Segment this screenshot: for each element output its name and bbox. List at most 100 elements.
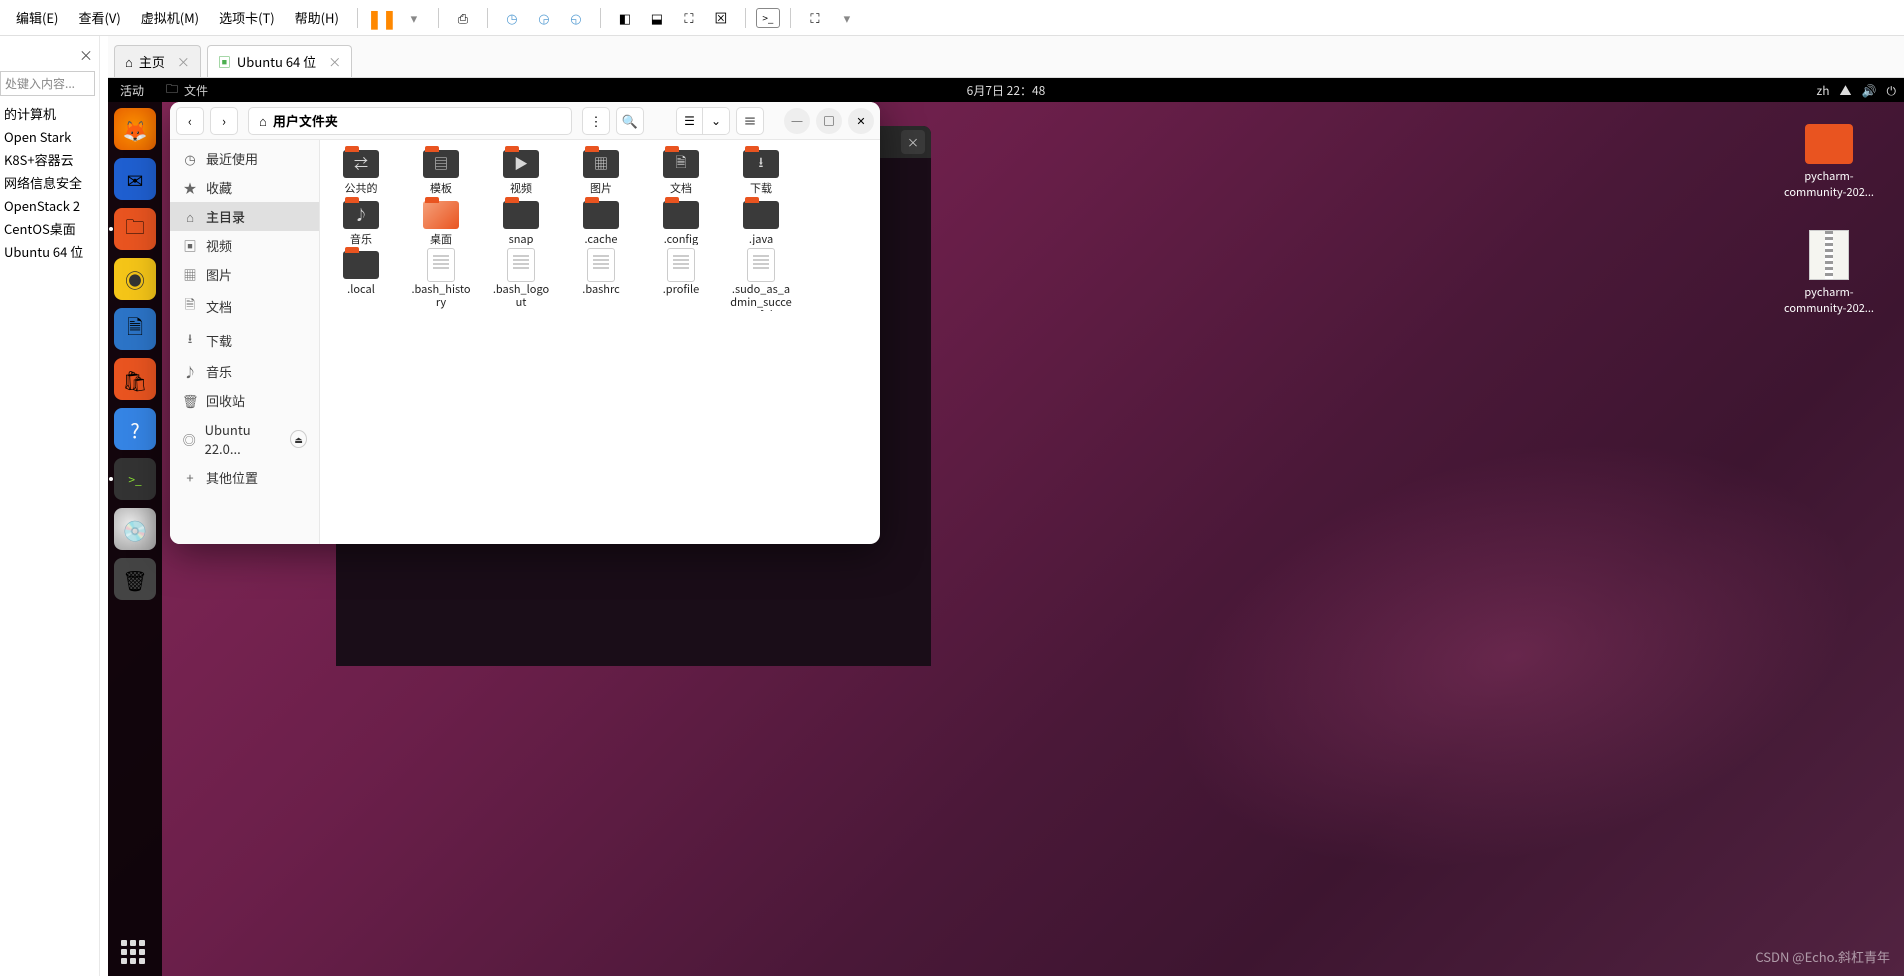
file-item[interactable]: .bashrc — [570, 249, 632, 311]
dock-rhythmbox[interactable]: ◉ — [114, 258, 156, 300]
dock-firefox[interactable]: 🦊 — [114, 108, 156, 150]
vm-item[interactable]: Ubuntu 64 位 — [0, 240, 99, 263]
file-item[interactable]: .bash_logout — [490, 249, 552, 311]
desktop-folder[interactable]: pycharm-community-202... — [1784, 124, 1874, 200]
path-bar[interactable]: ⌂ 用户文件夹 — [248, 107, 572, 135]
volume-icon[interactable]: 🔊 — [1862, 82, 1877, 99]
file-item[interactable]: ⇄公共的 — [330, 148, 392, 195]
activities-button[interactable]: 活动 — [108, 82, 156, 99]
vm-item[interactable]: 的计算机 — [0, 102, 99, 125]
file-item[interactable]: 桌面 — [410, 199, 472, 246]
file-item[interactable]: ▤模板 — [410, 148, 472, 195]
vm-item[interactable]: CentOS桌面 — [0, 217, 99, 240]
view-stretch-icon[interactable]: ⊠ — [707, 4, 735, 32]
sidebar-item-icon: ⌂ — [182, 207, 198, 226]
file-item[interactable]: 🗎文档 — [650, 148, 712, 195]
menu-tabs[interactable]: 选项卡(T) — [211, 4, 283, 31]
file-item[interactable]: ♪音乐 — [330, 199, 392, 246]
power-icon[interactable]: ⏻ — [1887, 82, 1897, 99]
sidebar-item[interactable]: ⌂主目录 — [170, 202, 319, 231]
sidebar-item[interactable]: ♪音乐 — [170, 357, 319, 386]
sidebar-item[interactable]: ⭳下载 — [170, 323, 319, 357]
file-item[interactable]: ▶视频 — [490, 148, 552, 195]
dock-help[interactable]: ? — [114, 408, 156, 450]
file-item[interactable]: .local — [330, 249, 392, 311]
sidebar-item[interactable]: ▦图片 — [170, 260, 319, 289]
file-item[interactable]: .profile — [650, 249, 712, 311]
close-icon[interactable]: × — [177, 52, 190, 71]
file-item[interactable]: .sudo_as_admin_successful — [730, 249, 792, 311]
hamburger-menu-button[interactable]: ≡ — [736, 107, 764, 135]
sidebar-item[interactable]: 🗑回收站 — [170, 386, 319, 415]
vm-item[interactable]: 网络信息安全 — [0, 171, 99, 194]
sidebar-search-input[interactable]: 处键入内容... — [0, 71, 95, 96]
view-dropdown[interactable]: ⌄ — [703, 108, 729, 134]
vm-tab-home[interactable]: ⌂ 主页 × — [114, 45, 201, 77]
file-item[interactable]: ▦ 图片 — [570, 148, 632, 195]
dock-thunderbird[interactable]: ✉ — [114, 158, 156, 200]
sidebar-item[interactable]: ◎Ubuntu 22.0...⏏ — [170, 415, 319, 463]
pause-icon[interactable]: ❚❚ — [368, 4, 396, 32]
dock-libreoffice[interactable]: 🗎 — [114, 308, 156, 350]
close-icon[interactable]: × — [328, 52, 341, 71]
file-label: 文档 — [670, 182, 692, 195]
view-bottom-icon[interactable]: ⬓ — [643, 4, 671, 32]
menu-help[interactable]: 帮助(H) — [287, 4, 347, 31]
sidebar-item[interactable]: 🗎文档 — [170, 289, 319, 323]
search-button[interactable]: 🔍 — [616, 107, 644, 135]
vm-item[interactable]: OpenStack 2 — [0, 194, 99, 217]
clock[interactable]: 6月7日 22：48 — [967, 82, 1046, 99]
language-indicator[interactable]: zh — [1817, 82, 1830, 99]
folder-icon: ▦ — [583, 150, 619, 178]
menu-view[interactable]: 查看(V) — [70, 4, 128, 31]
sidebar-item[interactable]: ◷最近使用 — [170, 144, 319, 173]
snapshot-manager-icon[interactable]: ◵ — [562, 4, 590, 32]
dock-trash[interactable]: 🗑 — [114, 558, 156, 600]
send-ctrl-alt-del-icon[interactable]: ⎙ — [449, 4, 477, 32]
close-icon[interactable]: × — [901, 130, 925, 154]
sidebar-item[interactable]: ▣视频 — [170, 231, 319, 260]
file-item[interactable]: .cache — [570, 199, 632, 246]
file-item[interactable]: ⭳下载 — [730, 148, 792, 195]
dock-apps-grid[interactable] — [121, 940, 145, 964]
folder-icon: ▤ — [423, 150, 459, 178]
file-item[interactable]: .bash_history — [410, 249, 472, 311]
vm-tab-ubuntu[interactable]: ▣ Ubuntu 64 位 × — [207, 45, 352, 77]
file-label: 图片 — [590, 182, 612, 195]
terminal-icon[interactable]: >_ — [756, 8, 780, 28]
eject-icon[interactable]: ⏏ — [290, 430, 307, 448]
snapshot-revert-icon[interactable]: ◶ — [530, 4, 558, 32]
menu-button[interactable]: ⋮ — [582, 107, 610, 135]
close-button[interactable]: ✕ — [848, 108, 874, 134]
fullscreen-icon[interactable]: ⛶ — [801, 4, 829, 32]
view-sidebar-icon[interactable]: ◧ — [611, 4, 639, 32]
folder-icon — [1805, 124, 1853, 164]
menu-vm[interactable]: 虚拟机(M) — [133, 4, 207, 31]
dock-disk[interactable]: 💿 — [114, 508, 156, 550]
snapshot-icon[interactable]: ◷ — [498, 4, 526, 32]
dropdown-icon[interactable]: ▾ — [833, 4, 861, 32]
dropdown-icon[interactable]: ▾ — [400, 4, 428, 32]
dock-terminal[interactable]: >_ — [114, 458, 156, 500]
sidebar-item[interactable]: +其他位置 — [170, 463, 319, 492]
desktop-archive[interactable]: pycharm-community-202... — [1784, 230, 1874, 316]
current-app-menu[interactable]: 🗀 文件 — [156, 80, 218, 101]
network-icon[interactable]: ▲ — [1840, 82, 1852, 99]
close-icon[interactable]: × — [79, 46, 93, 66]
dock-files[interactable]: 🗀 — [114, 208, 156, 250]
maximize-button[interactable]: □ — [816, 108, 842, 134]
menu-edit[interactable]: 编辑(E) — [8, 4, 66, 31]
dock-software[interactable]: 🛍 — [114, 358, 156, 400]
sidebar-item-label: 视频 — [206, 236, 232, 255]
nav-forward-button[interactable]: › — [210, 107, 238, 135]
minimize-button[interactable]: ─ — [784, 108, 810, 134]
file-item[interactable]: snap — [490, 199, 552, 246]
view-console-icon[interactable]: ⛶ — [675, 4, 703, 32]
sidebar-item[interactable]: ★收藏 — [170, 173, 319, 202]
nav-back-button[interactable]: ‹ — [176, 107, 204, 135]
file-item[interactable]: .config — [650, 199, 712, 246]
vm-item[interactable]: Open Stark — [0, 125, 99, 148]
vm-item[interactable]: K8S+容器云 — [0, 148, 99, 171]
icon-view-button[interactable]: ☰ — [677, 108, 703, 134]
file-item[interactable]: .java — [730, 199, 792, 246]
